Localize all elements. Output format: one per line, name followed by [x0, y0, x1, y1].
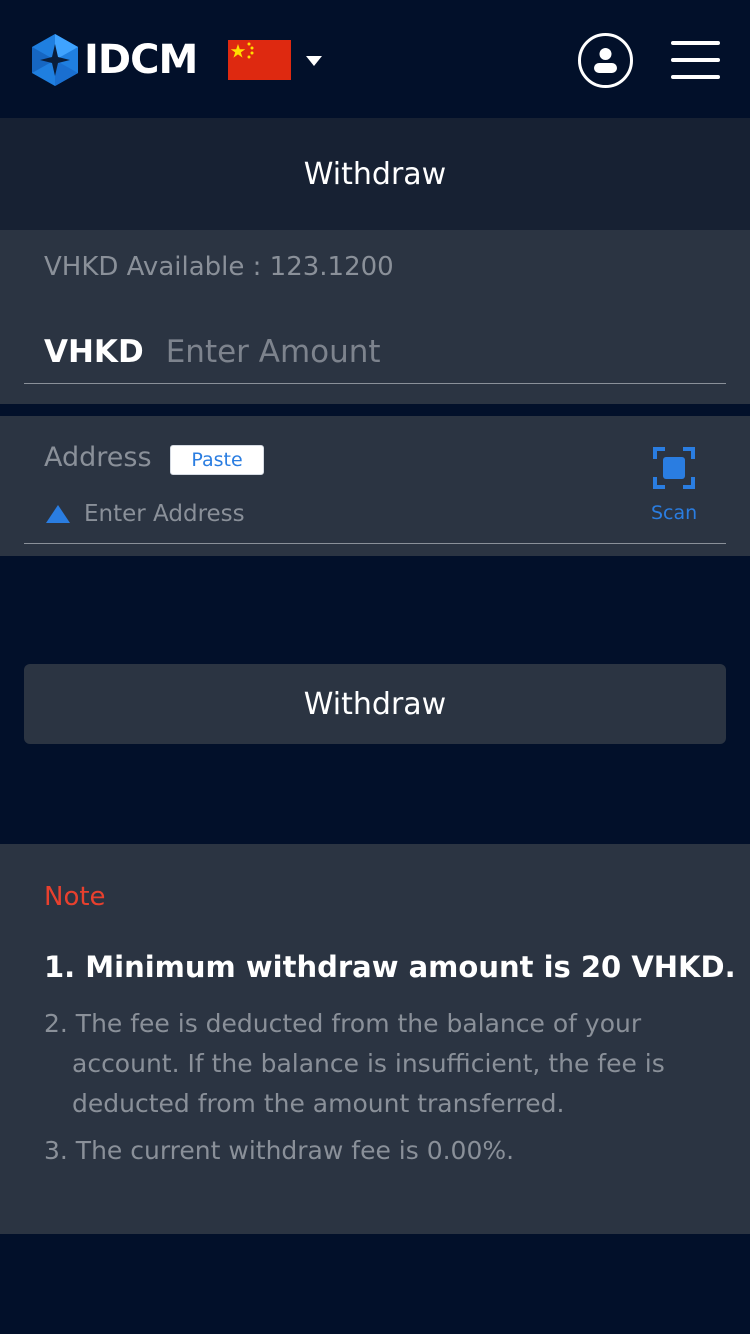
- note-item-3: 3. The current withdraw fee is 0.00%.: [44, 1136, 515, 1165]
- note-item-1: 1. Minimum withdraw amount is 20 VHKD.: [44, 950, 736, 984]
- address-panel: [0, 416, 750, 556]
- address-input[interactable]: [84, 501, 564, 527]
- page-title-bar: Withdraw: [0, 118, 750, 230]
- address-row: [46, 500, 564, 528]
- triangle-icon: [46, 505, 70, 523]
- paste-button[interactable]: Paste: [170, 445, 264, 475]
- amount-row: VHKD: [44, 330, 686, 374]
- amount-divider: [24, 383, 726, 384]
- address-divider: [24, 543, 726, 544]
- user-icon[interactable]: [578, 33, 633, 88]
- note-item-2: 2. The fee is deducted from the balance …: [44, 1009, 665, 1118]
- hamburger-menu-icon[interactable]: [671, 41, 720, 79]
- note-title: Note: [44, 882, 106, 912]
- china-flag-icon[interactable]: [228, 40, 291, 80]
- scan-label[interactable]: Scan: [651, 502, 697, 524]
- currency-label: VHKD: [44, 334, 144, 370]
- page-title: Withdraw: [303, 156, 447, 192]
- top-header: IDCM: [0, 0, 750, 118]
- withdraw-button[interactable]: Withdraw: [24, 664, 726, 744]
- amount-input[interactable]: [165, 334, 686, 370]
- brand-logo[interactable]: IDCM: [32, 34, 198, 86]
- idcm-logo-icon: [32, 34, 78, 86]
- scan-icon[interactable]: [653, 447, 695, 489]
- available-balance: VHKD Available : 123.1200: [44, 252, 394, 282]
- caret-down-icon[interactable]: [304, 55, 324, 67]
- address-label: Address: [44, 442, 152, 473]
- brand-name: IDCM: [84, 37, 198, 83]
